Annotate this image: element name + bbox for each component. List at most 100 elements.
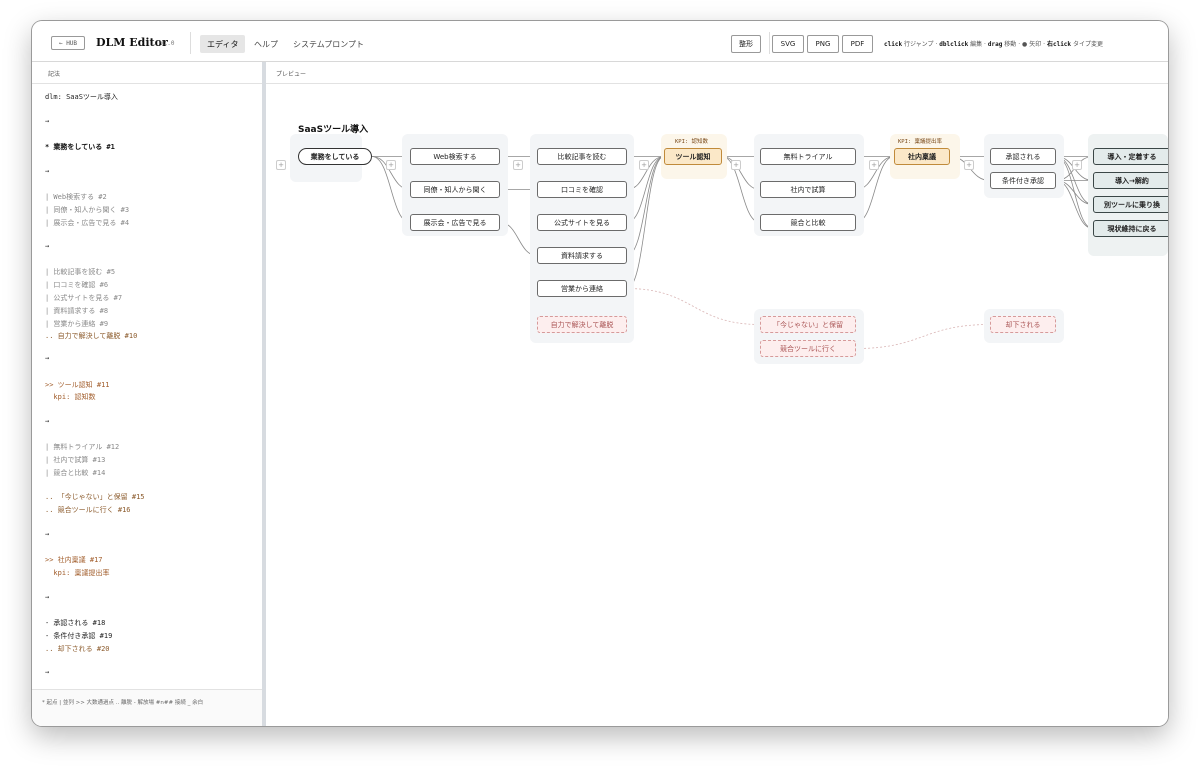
edge[interactable] — [855, 324, 991, 349]
preview-pane: プレビュー SaaSツール導入 業務をしている Web検索する 同僚・知人から聞く展… — [266, 62, 1168, 726]
editor-header: 記法 — [32, 62, 262, 84]
code-line[interactable]: kpi: 稟議提出率 — [45, 568, 109, 578]
hint-text: 行ジャンプ — [903, 41, 934, 48]
export-svg-button[interactable]: SVG — [772, 35, 804, 53]
editor-pane: 記法 dlm: SaaSツール導入 → * 業務をしている #1 → | Web検索する… — [32, 62, 262, 726]
node-label: 導入・定着する — [1107, 152, 1157, 161]
node-label: 社内稟議 — [908, 152, 936, 161]
edge[interactable] — [626, 288, 761, 325]
code-line[interactable]: | 営業から連絡 #9 — [45, 319, 108, 329]
code-line[interactable]: .. 却下される #20 — [45, 644, 110, 654]
diagram-node-n17[interactable]: 社内稟議 — [894, 148, 950, 165]
diagram-node-n24[interactable]: 現状維持に戻る — [1093, 220, 1168, 237]
code-line[interactable]: → — [45, 167, 49, 175]
node-label: 無料トライアル — [783, 152, 833, 161]
code-line[interactable]: - 承認される #18 — [45, 618, 105, 628]
code-line[interactable]: .. 「今じゃない」と保留 #15 — [45, 492, 145, 502]
node-label: 展示会・広告で見る — [423, 218, 487, 227]
tab-help[interactable]: ヘルプ — [247, 35, 285, 53]
kpi-label: KPI: 認知数 — [675, 139, 709, 145]
toolbar-divider — [190, 32, 191, 54]
diagram-node-n6[interactable]: 口コミを確認 — [537, 181, 627, 198]
hub-back-button[interactable]: ← HUB — [51, 36, 85, 50]
node-label: 別ツールに乗り換 — [1104, 200, 1160, 209]
add-step-button[interactable]: + — [276, 160, 286, 170]
node-label: 導入→解約 — [1115, 176, 1149, 185]
diagram-node-n14[interactable]: 競合と比較 — [760, 214, 856, 231]
code-line[interactable]: | Web検索する #2 — [45, 192, 107, 202]
hint-key: 右click — [1046, 41, 1072, 48]
diagram-node-n9[interactable]: 営業から連絡 — [537, 280, 627, 297]
hint-key: dblclick — [939, 41, 969, 48]
hint-text: 移動 — [1004, 41, 1017, 48]
node-label: 競合と比較 — [790, 218, 826, 227]
format-button[interactable]: 整形 — [731, 35, 761, 53]
code-line[interactable]: → — [45, 417, 49, 425]
diagram-node-n21[interactable]: 導入・定着する — [1093, 148, 1168, 165]
code-line[interactable]: - 条件付き承認 #19 — [45, 631, 112, 641]
code-line[interactable]: >> 社内稟議 #17 — [45, 555, 103, 565]
node-label: 承認される — [1005, 152, 1041, 161]
hint-sep: · — [1018, 41, 1021, 48]
node-label: 公式サイトを見る — [554, 218, 610, 227]
hint-text: タイプ変更 — [1072, 41, 1103, 48]
code-line[interactable]: | 展示会・広告で見る #4 — [45, 218, 129, 228]
add-step-button[interactable]: + — [964, 160, 974, 170]
tab-editor[interactable]: エディタ — [200, 35, 246, 53]
diagram-node-n15[interactable]: 「今じゃない」と保留 — [760, 316, 856, 333]
node-label: Web検索する — [433, 152, 477, 161]
code-line[interactable]: dlm: SaaSツール導入 — [45, 92, 118, 102]
diagram-canvas[interactable]: SaaSツール導入 業務をしている Web検索する 同僚・知人から聞く 展示会・広告で… — [266, 62, 1168, 726]
code-line[interactable]: .. 競合ツールに行く #16 — [45, 505, 131, 515]
code-line[interactable]: | 同僚・知人から聞く #3 — [45, 205, 129, 215]
code-line[interactable]: | 資料請求する #8 — [45, 306, 108, 316]
code-line[interactable]: | 比較記事を読む #5 — [45, 267, 115, 277]
code-line[interactable]: * 業務をしている #1 — [45, 142, 115, 152]
code-line[interactable]: → — [45, 117, 49, 125]
code-line[interactable]: kpi: 認知数 — [45, 392, 95, 402]
code-line[interactable]: | 競合と比較 #14 — [45, 468, 105, 478]
code-line[interactable]: | 無料トライアル #12 — [45, 442, 119, 452]
diagram-node-n8[interactable]: 資料請求する — [537, 247, 627, 264]
code-line[interactable]: → — [45, 593, 49, 601]
diagram-node-n20[interactable]: 却下される — [990, 316, 1056, 333]
add-step-button[interactable]: + — [869, 160, 879, 170]
diagram-node-n13[interactable]: 社内で試算 — [760, 181, 856, 198]
diagram-node-n7[interactable]: 公式サイトを見る — [537, 214, 627, 231]
diagram-node-n3[interactable]: 同僚・知人から聞く — [410, 181, 500, 198]
add-step-button[interactable]: + — [639, 160, 649, 170]
diagram-node-n11[interactable]: ツール認知 — [664, 148, 722, 165]
export-pdf-button[interactable]: PDF — [842, 35, 873, 53]
hint-sep: · — [984, 41, 986, 48]
add-step-button[interactable]: + — [513, 160, 523, 170]
code-line[interactable]: | 社内で試算 #13 — [45, 455, 105, 465]
diagram-node-n4[interactable]: 展示会・広告で見る — [410, 214, 500, 231]
code-line[interactable]: | 公式サイトを見る #7 — [45, 293, 122, 303]
app-version: V1.0 — [160, 40, 175, 47]
add-step-button[interactable]: + — [386, 160, 396, 170]
code-editor[interactable]: dlm: SaaSツール導入 → * 業務をしている #1 → | Web検索する #2… — [32, 84, 262, 684]
toolbar-divider — [769, 32, 770, 54]
diagram-node-n12[interactable]: 無料トライアル — [760, 148, 856, 165]
diagram-node-n19[interactable]: 条件付き承認 — [990, 172, 1056, 189]
add-step-button[interactable]: + — [1072, 160, 1082, 170]
code-line[interactable]: → — [45, 530, 49, 538]
export-png-button[interactable]: PNG — [807, 35, 839, 53]
diagram-node-n5[interactable]: 比較記事を読む — [537, 148, 627, 165]
diagram-node-n1[interactable]: 業務をしている — [298, 148, 372, 165]
diagram-node-n22[interactable]: 導入→解約 — [1093, 172, 1168, 189]
diagram-node-n18[interactable]: 承認される — [990, 148, 1056, 165]
code-line[interactable]: → — [45, 242, 49, 250]
diagram-node-n10[interactable]: 自力で解決して離脱 — [537, 316, 627, 333]
add-step-button[interactable]: + — [731, 160, 741, 170]
code-line[interactable]: >> ツール認知 #11 — [45, 380, 110, 390]
diagram-node-n16[interactable]: 競合ツールに行く — [760, 340, 856, 357]
tab-system-prompt[interactable]: システムプロンプト — [286, 35, 371, 53]
code-line[interactable]: | 口コミを確認 #6 — [45, 280, 108, 290]
diagram-node-n2[interactable]: Web検索する — [410, 148, 500, 165]
hint-text: 編集 — [970, 41, 983, 48]
code-line[interactable]: → — [45, 668, 49, 676]
diagram-node-n23[interactable]: 別ツールに乗り換 — [1093, 196, 1168, 213]
code-line[interactable]: .. 自力で解決して離脱 #10 — [45, 331, 137, 341]
code-line[interactable]: → — [45, 354, 49, 362]
